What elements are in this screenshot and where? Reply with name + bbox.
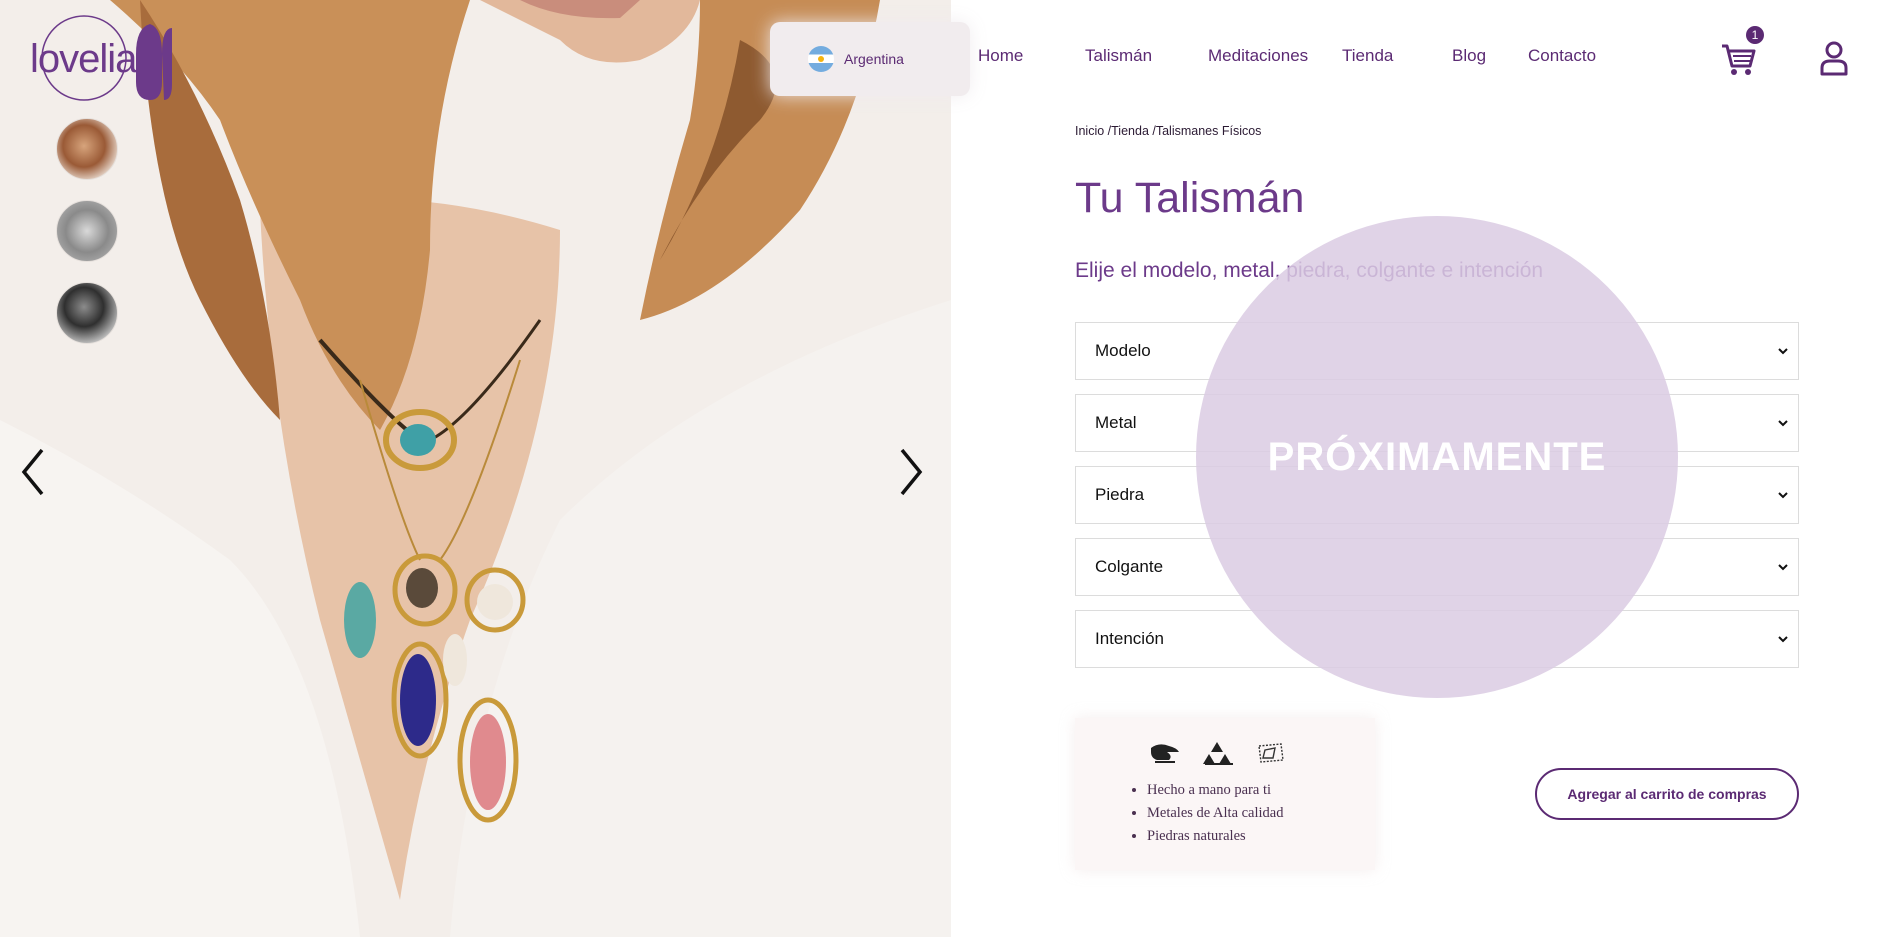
nav-blog[interactable]: Blog: [1452, 46, 1486, 66]
thumbnail-2[interactable]: [56, 200, 118, 262]
logo[interactable]: lovelia: [26, 14, 176, 104]
cart-count-badge: 1: [1746, 26, 1764, 44]
feature-icons: [1147, 738, 1287, 768]
chevron-down-icon: [1778, 564, 1788, 571]
chevron-down-icon: [1778, 636, 1788, 643]
select-metal-label: Metal: [1095, 413, 1137, 432]
select-piedra-label: Piedra: [1095, 485, 1145, 504]
chevron-down-icon: [1778, 348, 1788, 355]
options-form: Modelo Metal Piedra Colgante Intención: [1075, 322, 1799, 682]
select-intencion[interactable]: Intención: [1075, 610, 1799, 668]
select-colgante[interactable]: Colgante: [1075, 538, 1799, 596]
select-modelo[interactable]: Modelo: [1075, 322, 1799, 380]
gemstone-icon: [1258, 743, 1284, 763]
chevron-right-icon: [900, 448, 923, 496]
nav-talisman[interactable]: Talismán: [1085, 46, 1152, 66]
handmade-icon: [1151, 744, 1179, 763]
prev-image-button[interactable]: [14, 442, 54, 502]
argentina-flag-icon: [808, 46, 834, 72]
chevron-down-icon: [1778, 492, 1788, 499]
hero-image: lovelia: [0, 0, 951, 937]
thumbnail-3[interactable]: [56, 282, 118, 344]
page-subtitle: Elije el modelo, metal, piedra, colgante…: [1075, 259, 1544, 282]
nav-contacto[interactable]: Contacto: [1528, 46, 1596, 66]
select-metal[interactable]: Metal: [1075, 394, 1799, 452]
features-box: Hecho a mano para ti Metales de Alta cal…: [1075, 718, 1375, 870]
user-icon: [1820, 41, 1848, 76]
chevron-left-icon: [21, 448, 44, 496]
country-selector[interactable]: Argentina: [770, 22, 970, 96]
breadcrumb: Inicio /Tienda /Talismanes Físicos: [1075, 124, 1261, 138]
model-photo: [0, 0, 951, 937]
nav-tienda[interactable]: Tienda: [1342, 46, 1393, 66]
nav-home[interactable]: Home: [978, 46, 1023, 66]
user-account-button[interactable]: [1818, 40, 1850, 76]
next-image-button[interactable]: [890, 442, 930, 502]
thumbnail-1[interactable]: [56, 118, 118, 180]
breadcrumb-inicio[interactable]: Inicio /: [1075, 124, 1111, 138]
feature-item: Piedras naturales: [1147, 828, 1284, 845]
feature-item: Metales de Alta calidad: [1147, 805, 1284, 822]
select-colgante-label: Colgante: [1095, 557, 1164, 576]
thumbnail-list: [56, 118, 118, 364]
metal-bars-icon: [1203, 742, 1233, 765]
add-to-cart-button[interactable]: Agregar al carrito de compras: [1535, 768, 1799, 820]
select-piedra[interactable]: Piedra: [1075, 466, 1799, 524]
nav-meditaciones[interactable]: Meditaciones: [1208, 46, 1308, 66]
feature-list: Hecho a mano para ti Metales de Alta cal…: [1147, 782, 1284, 851]
page-title: Tu Talismán: [1075, 174, 1305, 222]
cart-button[interactable]: [1718, 38, 1758, 78]
breadcrumb-talismanes[interactable]: Talismanes Físicos: [1156, 124, 1262, 138]
select-modelo-label: Modelo: [1095, 341, 1151, 360]
feature-item: Hecho a mano para ti: [1147, 782, 1284, 799]
select-intencion-label: Intención: [1095, 629, 1164, 648]
country-label: Argentina: [844, 51, 904, 67]
breadcrumb-tienda[interactable]: Tienda /: [1111, 124, 1156, 138]
chevron-down-icon: [1778, 420, 1788, 427]
cart-icon: [1722, 44, 1756, 75]
logo-text: lovelia: [30, 37, 137, 81]
